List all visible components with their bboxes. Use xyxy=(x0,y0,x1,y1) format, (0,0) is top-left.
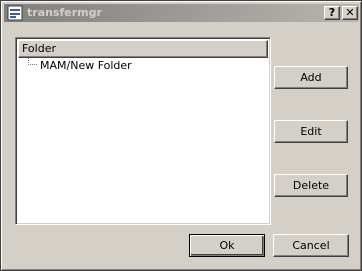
edit-button[interactable]: Edit xyxy=(274,120,348,143)
ok-button[interactable]: Ok xyxy=(189,234,265,257)
app-icon xyxy=(7,5,23,21)
dialog-window: transfermgr ? ✕ Folder MAM/New Folder Ad… xyxy=(0,0,362,271)
title-bar[interactable]: transfermgr ? ✕ xyxy=(4,4,359,22)
tree-connector-icon xyxy=(28,58,38,65)
add-button[interactable]: Add xyxy=(274,66,348,89)
delete-button[interactable]: Delete xyxy=(274,174,348,197)
cancel-button[interactable]: Cancel xyxy=(273,234,349,257)
column-header-folder[interactable]: Folder xyxy=(18,40,268,58)
window-title: transfermgr xyxy=(27,6,102,19)
tree-item[interactable]: MAM/New Folder xyxy=(40,59,132,73)
folder-tree[interactable]: Folder MAM/New Folder xyxy=(15,37,271,225)
help-button[interactable]: ? xyxy=(324,6,340,20)
close-button[interactable]: ✕ xyxy=(342,6,358,20)
